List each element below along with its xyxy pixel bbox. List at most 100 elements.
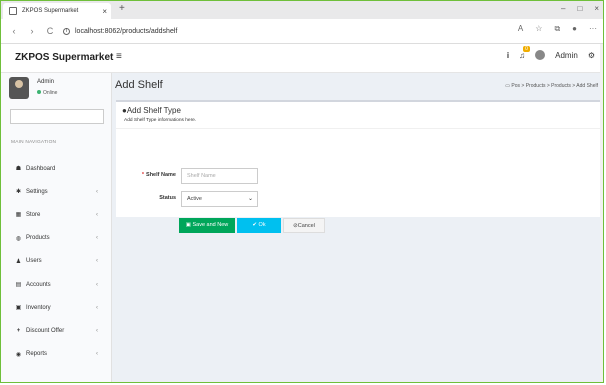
- sidebar-item-label: Reports: [26, 351, 48, 358]
- forward-icon[interactable]: ›: [27, 26, 37, 36]
- cancel-label: Cancel: [297, 223, 315, 229]
- sidebar-item-accounts[interactable]: ▤ Accounts ‹: [1, 273, 111, 296]
- info-icon[interactable]: i: [507, 51, 509, 60]
- sidebar-item-inventory[interactable]: ▣ Inventory ‹: [1, 296, 111, 319]
- box-title-text: Add Shelf Type: [126, 106, 181, 115]
- user-avatar-small[interactable]: [535, 50, 546, 60]
- brand-logo[interactable]: ZKPOS Supermarket: [15, 52, 113, 63]
- app-header: ZKPOS Supermarket ≡ i ♫ 0 Admin ⚙: [1, 44, 603, 73]
- user-status-text: Online: [43, 90, 58, 96]
- status-value: Active: [187, 196, 202, 202]
- sidebar-item-label: Accounts: [26, 281, 51, 288]
- sidebar-item-reports[interactable]: ◉ Reports ‹: [1, 343, 111, 366]
- ok-button[interactable]: ✔ Ok: [237, 218, 281, 233]
- page-title: Add Shelf: [115, 79, 163, 91]
- ok-label: Ok: [258, 222, 266, 228]
- required-mark: *: [141, 172, 145, 178]
- user-status: Online: [37, 90, 57, 96]
- chevron-left-icon: ‹: [96, 327, 98, 334]
- save-and-new-label: Save and New: [192, 222, 229, 228]
- sidebar-item-label: Settings: [26, 188, 48, 195]
- collections-icon[interactable]: ⧉: [554, 24, 560, 34]
- sidebar: Admin Online MAIN NAVIGATION ☗ Dashboard…: [1, 73, 112, 382]
- inventory-icon: ▣: [15, 305, 22, 312]
- users-icon: ♟: [15, 258, 22, 265]
- page-icon: [9, 7, 17, 15]
- close-window-icon[interactable]: ×: [594, 4, 599, 13]
- cancel-button[interactable]: ⊘Cancel: [283, 218, 325, 233]
- sidebar-item-label: Inventory: [26, 304, 51, 311]
- address-bar: ‹ › C i localhost:8062/products/addshelf…: [1, 19, 603, 44]
- browser-tab[interactable]: ZKPOS Supermarket ×: [3, 3, 111, 19]
- more-icon[interactable]: ···: [589, 24, 597, 34]
- chevron-left-icon: ‹: [96, 281, 98, 288]
- sidebar-item-label: Users: [26, 258, 42, 265]
- settings-icon: ✱: [15, 189, 22, 196]
- user-menu[interactable]: Admin: [555, 51, 578, 60]
- sidebar-item-discount-offer[interactable]: + Discount Offer ‹: [1, 319, 111, 342]
- main-content: Add Shelf ▭ Pos > Products > Products > …: [112, 73, 603, 382]
- url-text: localhost:8062/products/addshelf: [75, 27, 178, 35]
- sidebar-search-input[interactable]: [10, 109, 104, 124]
- save-and-new-button[interactable]: ▣ Save and New: [179, 218, 235, 233]
- sidebar-item-label: Discount Offer: [26, 327, 65, 334]
- online-dot-icon: [37, 90, 41, 94]
- store-icon: ▦: [15, 212, 22, 219]
- user-name: Admin: [37, 79, 55, 85]
- site-info-icon[interactable]: i: [63, 27, 70, 35]
- sidebar-item-settings[interactable]: ✱ Settings ‹: [1, 180, 111, 203]
- accounts-icon: ▤: [15, 282, 22, 289]
- breadcrumb-text[interactable]: Pos > Products > Products > Add Shelf: [511, 83, 598, 89]
- sidebar-item-store[interactable]: ▦ Store ‹: [1, 203, 111, 226]
- settings-icon[interactable]: ⚙: [588, 51, 595, 60]
- shelf-name-label-text: Shelf Name: [146, 172, 176, 178]
- sidebar-item-label: Products: [26, 235, 50, 242]
- window-controls: – □ ×: [561, 4, 599, 13]
- shelf-name-label: * Shelf Name: [124, 172, 176, 178]
- minimize-icon[interactable]: –: [561, 4, 565, 13]
- box-subtitle: Add Shelf Type informations here.: [124, 118, 197, 123]
- sidebar-menu: ☗ Dashboard ✱ Settings ‹ ▦ Store ‹ ◍ Pro…: [1, 157, 111, 366]
- breadcrumb: ▭ Pos > Products > Products > Add Shelf: [505, 83, 598, 89]
- user-panel: Admin Online: [9, 77, 57, 99]
- url-field[interactable]: i localhost:8062/products/addshelf: [63, 27, 178, 35]
- chevron-left-icon: ‹: [96, 304, 98, 311]
- dashboard-icon: ☗: [15, 166, 22, 173]
- notification-bell[interactable]: ♫ 0: [519, 45, 530, 60]
- sidebar-item-users[interactable]: ♟ Users ‹: [1, 250, 111, 273]
- page-scrollbar[interactable]: [600, 44, 603, 382]
- box-title: ●Add Shelf Type: [122, 106, 181, 115]
- sidebar-item-dashboard[interactable]: ☗ Dashboard: [1, 157, 111, 180]
- chevron-left-icon: ‹: [96, 351, 98, 358]
- close-tab-icon[interactable]: ×: [102, 7, 107, 16]
- add-shelf-box: ●Add Shelf Type Add Shelf Type informati…: [116, 100, 601, 233]
- sidebar-item-products[interactable]: ◍ Products ‹: [1, 227, 111, 250]
- chevron-down-icon: ⌄: [247, 196, 253, 202]
- browser-toolbar: A ☆ ⧉ ● ···: [518, 24, 597, 34]
- tab-title: ZKPOS Supermarket: [22, 8, 79, 14]
- notification-badge: 0: [523, 45, 530, 52]
- plus-icon: +: [16, 327, 21, 334]
- maximize-icon[interactable]: □: [577, 4, 582, 13]
- nav-header: MAIN NAVIGATION: [11, 140, 57, 145]
- bell-icon: ♫: [519, 50, 526, 60]
- menu-toggle-icon[interactable]: ≡: [116, 51, 122, 62]
- new-tab-icon[interactable]: +: [119, 3, 125, 14]
- tab-bar: ZKPOS Supermarket × + – □ ×: [1, 1, 603, 19]
- favorites-icon[interactable]: ☆: [535, 24, 542, 34]
- chevron-left-icon: ‹: [96, 188, 98, 195]
- browser-window: ZKPOS Supermarket × + – □ × ‹ › C i loca…: [0, 0, 604, 383]
- reload-icon[interactable]: C: [45, 26, 55, 36]
- sidebar-item-label: Dashboard: [26, 165, 56, 172]
- read-aloud-icon[interactable]: A: [518, 24, 523, 34]
- profile-icon[interactable]: ●: [572, 24, 577, 34]
- chevron-left-icon: ‹: [96, 235, 98, 242]
- eye-icon: ◉: [15, 351, 22, 358]
- chevron-left-icon: ‹: [96, 258, 98, 265]
- back-icon[interactable]: ‹: [9, 26, 19, 36]
- chevron-left-icon: ‹: [96, 211, 98, 218]
- status-select[interactable]: Active ⌄: [181, 191, 258, 207]
- header-actions: i ♫ 0 Admin ⚙: [507, 45, 595, 60]
- shelf-name-input[interactable]: Shelf Name: [181, 168, 258, 184]
- divider: [116, 128, 601, 129]
